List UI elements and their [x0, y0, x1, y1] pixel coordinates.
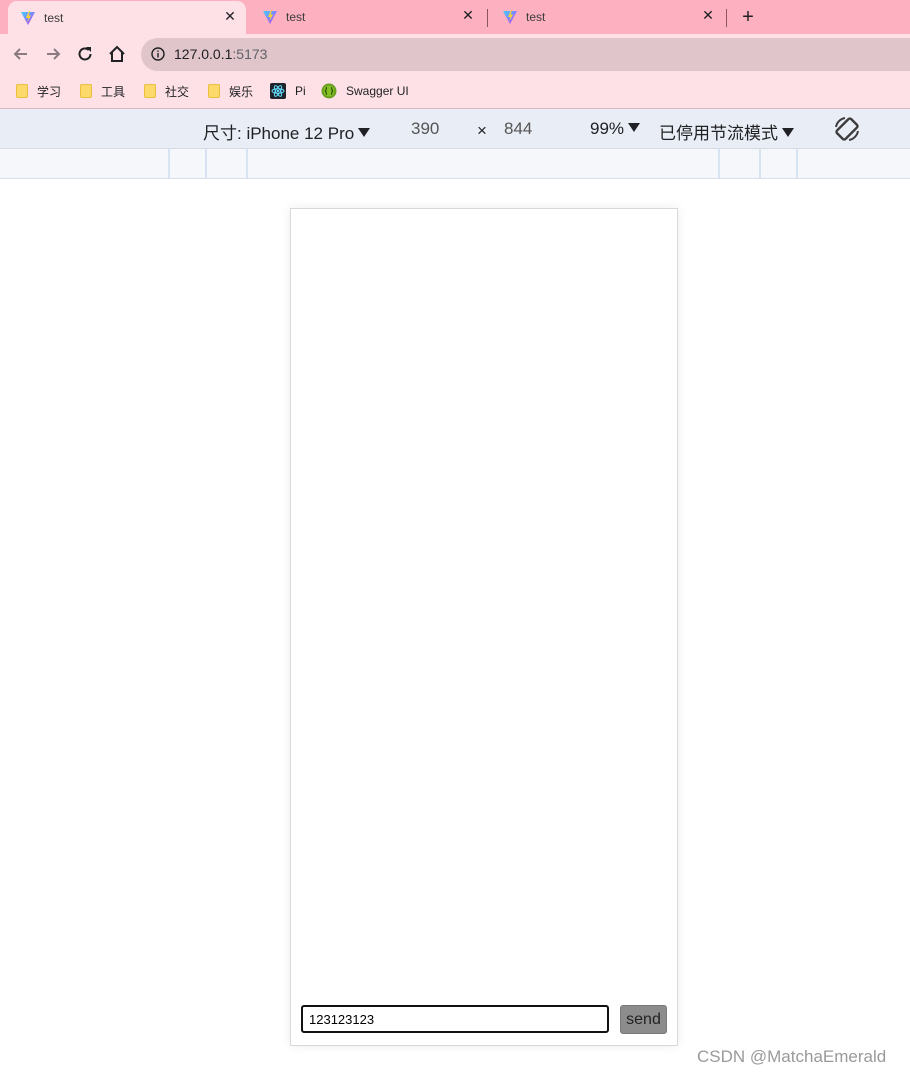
new-tab-button[interactable]: + — [737, 6, 759, 28]
device-dimensions-select[interactable]: 尺寸: iPhone 12 Pro — [203, 119, 371, 144]
back-icon[interactable] — [11, 44, 31, 64]
folder-icon — [208, 84, 220, 98]
vite-icon — [21, 11, 35, 25]
url-port: :5173 — [232, 46, 268, 62]
bookmark-folder[interactable]: 工具 — [80, 82, 125, 100]
media-query-marker[interactable] — [718, 149, 720, 178]
address-bar[interactable]: 127.0.0.1:5173 — [141, 38, 910, 71]
media-query-marker[interactable] — [796, 149, 798, 178]
zoom-label: 99% — [590, 119, 625, 138]
media-query-marker[interactable] — [205, 149, 207, 178]
message-input[interactable] — [301, 1005, 609, 1033]
folder-icon — [80, 84, 92, 98]
dropdown-arrow-icon — [628, 123, 641, 132]
bookmark-label: 社交 — [165, 84, 190, 99]
dropdown-arrow-icon — [782, 128, 794, 137]
tab-2[interactable]: test ✕ — [250, 0, 484, 34]
reload-icon[interactable] — [75, 44, 95, 64]
media-query-marker[interactable] — [759, 149, 761, 178]
device-dimensions-label: 尺寸: iPhone 12 Pro — [203, 124, 355, 143]
forward-icon[interactable] — [43, 44, 63, 64]
device-width-input[interactable]: 390 — [411, 119, 439, 139]
tab-title: test — [526, 10, 546, 24]
media-query-marker[interactable] — [246, 149, 248, 178]
device-height-input[interactable]: 844 — [504, 119, 532, 139]
bookmark-label: 学习 — [37, 84, 62, 99]
device-toolbar: 尺寸: iPhone 12 Pro 390 × 844 99% 已停用节流模式 — [0, 109, 910, 149]
vite-icon — [503, 10, 517, 24]
swagger-icon — [321, 83, 337, 99]
bookmark-folder[interactable]: 学习 — [16, 82, 61, 100]
close-tab-icon[interactable]: ✕ — [700, 7, 716, 23]
tab-3[interactable]: test ✕ — [490, 0, 724, 34]
media-query-bar[interactable] — [0, 149, 910, 179]
tab-separator — [487, 9, 488, 27]
zoom-select[interactable]: 99% — [590, 119, 641, 139]
react-icon — [270, 83, 286, 99]
bookmark-pi[interactable]: Pi — [270, 82, 306, 100]
send-button[interactable]: send — [620, 1005, 667, 1034]
throttling-label: 已停用节流模式 — [659, 124, 778, 143]
bookmark-label: Pi — [295, 84, 306, 98]
bookmark-label: Swagger UI — [346, 84, 409, 98]
media-query-marker[interactable] — [168, 149, 170, 178]
folder-icon — [144, 84, 156, 98]
tab-title: test — [44, 11, 64, 25]
close-tab-icon[interactable]: ✕ — [460, 7, 476, 23]
tab-1[interactable]: test ✕ — [8, 1, 246, 34]
vite-icon — [263, 10, 277, 24]
bookmark-label: 娱乐 — [229, 84, 254, 99]
bookmark-folder[interactable]: 娱乐 — [208, 82, 253, 100]
throttling-select[interactable]: 已停用节流模式 — [659, 119, 794, 144]
bookmark-folder[interactable]: 社交 — [144, 82, 189, 100]
browser-toolbar: 127.0.0.1:5173 — [0, 34, 910, 74]
watermark: CSDN @MatchaEmerald — [697, 1047, 887, 1066]
times-separator: × — [477, 121, 487, 140]
url-text[interactable]: 127.0.0.1:5173 — [174, 46, 267, 62]
bookmarks-bar: 学习 工具 社交 娱乐 Pi Swagger UI — [0, 74, 910, 109]
tab-strip: test ✕ test ✕ test ✕ + — [0, 0, 910, 34]
bookmark-swagger[interactable]: Swagger UI — [321, 82, 409, 100]
url-host: 127.0.0.1 — [174, 46, 233, 62]
tab-title: test — [286, 10, 306, 24]
device-viewport: send — [290, 208, 678, 1046]
rotate-icon[interactable] — [832, 114, 862, 144]
bookmark-label: 工具 — [101, 84, 126, 99]
tab-separator — [726, 9, 727, 27]
folder-icon — [16, 84, 28, 98]
home-icon[interactable] — [107, 44, 127, 64]
info-icon[interactable] — [151, 47, 165, 61]
dropdown-arrow-icon — [358, 128, 371, 137]
close-tab-icon[interactable]: ✕ — [222, 8, 238, 24]
